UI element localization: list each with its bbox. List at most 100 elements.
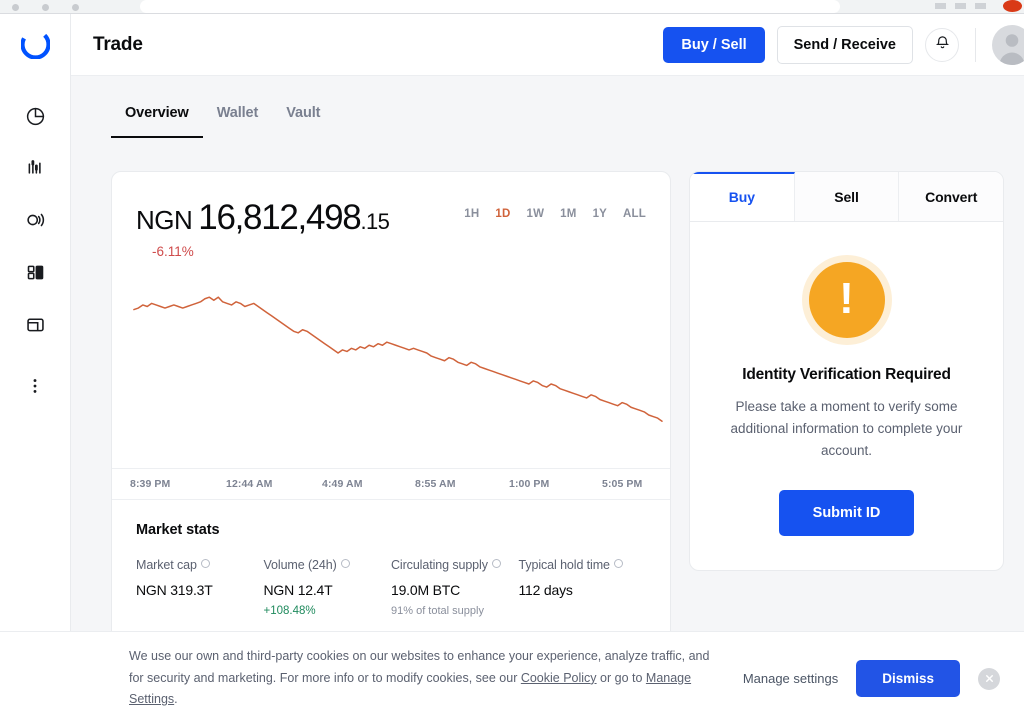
stat-volume-24h: Volume (24h) NGN 12.4T +108.48%	[264, 556, 392, 617]
trade-tab-convert[interactable]: Convert	[899, 172, 1003, 221]
coinbase-logo[interactable]	[19, 29, 51, 64]
sidebar-item-more[interactable]	[13, 364, 57, 408]
price-amount: 16,812,498	[198, 198, 361, 237]
x-tick-0: 8:39 PM	[130, 478, 171, 490]
sound-wave-circle-icon	[24, 209, 46, 231]
price-block: NGN 16,812,498 .15 -6.11%	[136, 198, 464, 259]
bell-icon	[935, 35, 950, 55]
range-all[interactable]: ALL	[623, 208, 646, 220]
toolbar-divider	[975, 27, 976, 62]
identity-verification-body: ! Identity Verification Required Please …	[690, 222, 1003, 570]
stat-label: Volume (24h)	[263, 558, 337, 572]
avatar[interactable]	[992, 24, 1024, 65]
trade-tabs: Buy Sell Convert	[690, 172, 1003, 222]
top-bar: Trade Buy / Sell Send / Receive	[71, 14, 1024, 76]
x-tick-1: 12:44 AM	[226, 478, 273, 490]
price-chart[interactable]	[112, 263, 670, 468]
browser-url-bar[interactable]	[140, 0, 840, 13]
x-tick-5: 5:05 PM	[602, 478, 643, 490]
window-minimize-button[interactable]	[935, 3, 946, 9]
stat-subtext: 91% of total supply	[391, 605, 484, 618]
tab-wallet[interactable]: Wallet	[203, 105, 273, 138]
tab-vault[interactable]: Vault	[272, 105, 334, 138]
browser-forward-button[interactable]	[42, 4, 49, 11]
cookie-policy-link[interactable]: Cookie Policy	[521, 671, 597, 685]
market-stats-section: Market stats Market cap NGN 319.3T Volum…	[112, 500, 670, 641]
submit-id-button[interactable]: Submit ID	[778, 489, 915, 536]
chart-x-axis: 8:39 PM 12:44 AM 4:49 AM 8:55 AM 1:00 PM…	[112, 468, 670, 500]
browser-chrome	[0, 0, 1024, 14]
market-stats-title: Market stats	[136, 522, 220, 538]
stat-value: 19.0M BTC	[391, 582, 460, 599]
wallet-icon	[25, 314, 46, 335]
stat-market-cap: Market cap NGN 319.3T	[136, 556, 264, 617]
stat-label: Circulating supply	[391, 558, 488, 572]
cookie-text-part3: .	[174, 692, 178, 707]
notifications-button[interactable]	[925, 27, 959, 62]
cookie-banner-text: We use our own and third-party cookies o…	[129, 646, 714, 711]
page-title: Trade	[93, 33, 143, 55]
x-tick-3: 8:55 AM	[415, 478, 456, 490]
range-1m[interactable]: 1M	[560, 208, 576, 220]
close-icon[interactable]	[978, 667, 1000, 690]
price-currency: NGN	[136, 205, 193, 235]
verification-title: Identity Verification Required	[742, 366, 951, 383]
price-header: NGN 16,812,498 .15 -6.11% 1H 1D 1W 1M 1Y…	[112, 172, 670, 259]
tab-overview[interactable]: Overview	[111, 105, 203, 138]
x-tick-4: 1:00 PM	[509, 478, 550, 490]
range-1y[interactable]: 1Y	[593, 208, 607, 220]
left-sidebar	[0, 14, 71, 725]
x-tick-2: 4:49 AM	[322, 478, 363, 490]
info-icon[interactable]	[491, 559, 501, 568]
sidebar-item-dashboard[interactable]	[13, 250, 57, 294]
range-1w[interactable]: 1W	[527, 208, 545, 220]
browser-profile-badge[interactable]	[1003, 0, 1022, 12]
exclamation-circle-icon: !	[808, 262, 885, 338]
exclamation-glyph: !	[839, 273, 854, 323]
dismiss-button[interactable]: Dismiss	[856, 660, 960, 697]
sidebar-item-assets[interactable]	[13, 198, 57, 242]
stat-value: NGN 12.4T	[263, 582, 333, 599]
stat-label: Typical hold time	[518, 558, 611, 572]
trade-tab-sell[interactable]: Sell	[794, 172, 900, 221]
browser-back-button[interactable]	[12, 4, 19, 11]
grid-layout-icon	[25, 262, 46, 283]
window-maximize-button[interactable]	[955, 3, 966, 9]
stat-label: Market cap	[136, 558, 197, 572]
cookie-banner: We use our own and third-party cookies o…	[0, 631, 1024, 725]
range-1d[interactable]: 1D	[495, 208, 510, 220]
stat-typical-hold-time: Typical hold time 112 days	[519, 556, 647, 617]
info-icon[interactable]	[200, 559, 210, 568]
info-icon[interactable]	[340, 559, 350, 568]
stat-value: 112 days	[518, 582, 573, 599]
verification-description: Please take a moment to verify some addi…	[730, 399, 963, 458]
browser-reload-button[interactable]	[72, 4, 79, 11]
time-range-selector: 1H 1D 1W 1M 1Y ALL	[464, 198, 646, 220]
info-icon[interactable]	[613, 559, 623, 568]
send-receive-button[interactable]: Send / Receive	[776, 25, 913, 64]
section-tabs: Overview Wallet Vault	[71, 76, 1024, 138]
price-line: NGN 16,812,498 .15	[136, 198, 464, 238]
window-close-button[interactable]	[975, 3, 986, 9]
stat-circulating-supply: Circulating supply 19.0M BTC 91% of tota…	[391, 556, 519, 617]
trade-tab-buy[interactable]: Buy	[690, 172, 795, 221]
range-1h[interactable]: 1H	[464, 208, 479, 220]
price-decimal: .15	[360, 209, 390, 234]
sidebar-item-prices[interactable]	[13, 146, 57, 190]
stat-value: NGN 319.3T	[136, 582, 213, 599]
price-chart-svg	[133, 296, 663, 422]
top-bar-actions: Buy / Sell Send / Receive	[663, 24, 1024, 65]
candlestick-chart-icon	[25, 158, 46, 179]
sidebar-item-wallet[interactable]	[13, 302, 57, 346]
more-vertical-icon	[25, 376, 45, 396]
buy-sell-button[interactable]: Buy / Sell	[663, 26, 765, 63]
sidebar-item-portfolio[interactable]	[13, 94, 57, 138]
cookie-text-part2: or go to	[596, 670, 646, 685]
manage-settings-button[interactable]: Manage settings	[743, 671, 838, 686]
trade-panel: Buy Sell Convert ! Identity Verification…	[689, 171, 1004, 571]
stat-change: +108.48%	[263, 605, 316, 618]
price-change: -6.11%	[152, 244, 194, 259]
pie-chart-icon	[25, 106, 46, 127]
cookie-banner-actions: Manage settings Dismiss	[743, 660, 1000, 697]
market-stats-grid: Market cap NGN 319.3T Volume (24h) NGN 1…	[136, 556, 646, 617]
